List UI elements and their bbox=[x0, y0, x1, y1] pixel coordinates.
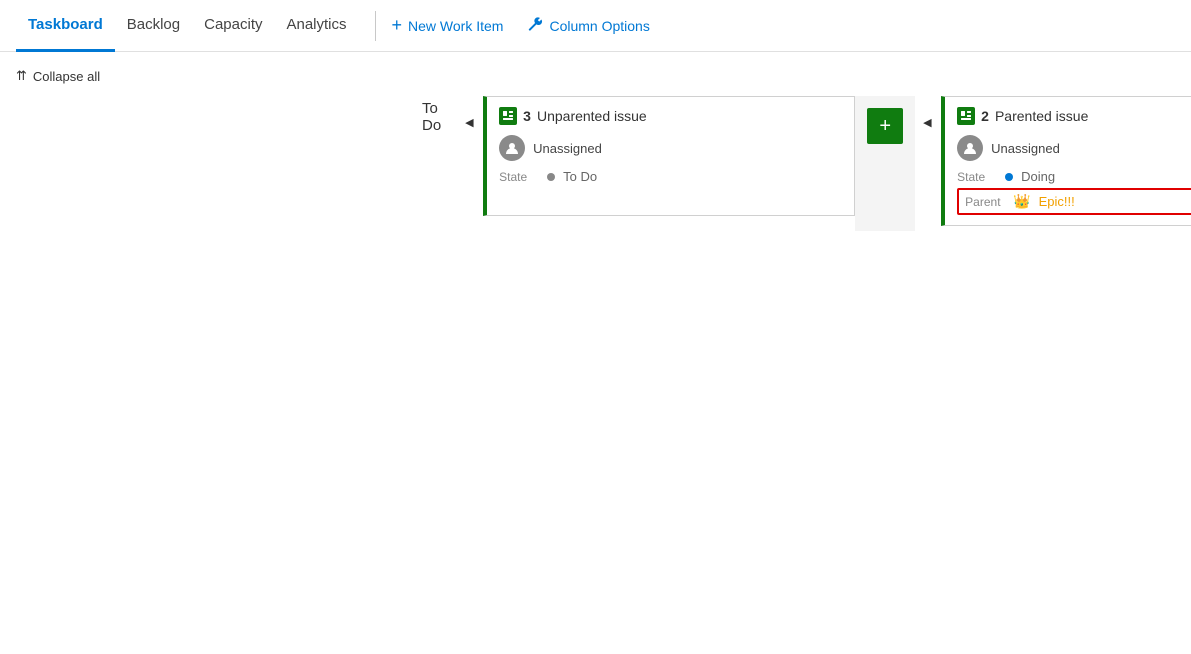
crown-icon: 👑 bbox=[1013, 193, 1030, 210]
card-1-number: 3 bbox=[523, 108, 531, 124]
collapse-all-button[interactable]: ⇈ Collapse all bbox=[16, 68, 1191, 84]
card-2-title: Parented issue bbox=[995, 108, 1088, 124]
parent-field-value: Epic!!! bbox=[1039, 194, 1075, 209]
avatar-1 bbox=[499, 135, 525, 161]
row-2-collapse-arrow[interactable]: ◀ bbox=[923, 114, 939, 129]
card-2-state-row: State Doing bbox=[957, 169, 1191, 184]
column-options-button[interactable]: Column Options bbox=[527, 16, 649, 36]
column-header-todo: To Do bbox=[406, 96, 457, 146]
card-1-state: To Do bbox=[563, 169, 597, 184]
nav-actions: + New Work Item Column Options bbox=[392, 15, 650, 36]
tab-taskboard[interactable]: Taskboard bbox=[16, 0, 115, 52]
card-1-state-dot bbox=[547, 173, 555, 181]
work-item-card-2: 2 Parented issue Unassigned St bbox=[941, 96, 1191, 226]
collapse-arrows-icon: ⇈ bbox=[16, 68, 27, 84]
row-1-left: ◀ 3 Unparented issue bbox=[465, 96, 855, 231]
row-2-left: ◀ 2 Parented issue bbox=[923, 96, 1191, 231]
new-work-item-button[interactable]: + New Work Item bbox=[392, 15, 504, 36]
card-2-number: 2 bbox=[981, 108, 989, 124]
card-2-state-dot bbox=[1005, 173, 1013, 181]
tab-analytics[interactable]: Analytics bbox=[274, 0, 358, 52]
row-1-add-button[interactable]: + bbox=[867, 108, 903, 144]
card-2-state: Doing bbox=[1021, 169, 1055, 184]
add-icon-1: + bbox=[879, 116, 891, 136]
nav-bar: Taskboard Backlog Capacity Analytics + N… bbox=[0, 0, 1191, 52]
card-2-state-label: State bbox=[957, 170, 997, 184]
issue-icon-2 bbox=[957, 107, 975, 125]
nav-tabs: Taskboard Backlog Capacity Analytics bbox=[16, 0, 359, 51]
row-1: ◀ 3 Unparented issue bbox=[465, 96, 923, 231]
card-2-avatar-row: Unassigned bbox=[957, 135, 1191, 161]
plus-icon: + bbox=[392, 15, 403, 36]
avatar-2 bbox=[957, 135, 983, 161]
parent-field-label: Parent bbox=[965, 195, 1005, 209]
wrench-icon bbox=[527, 16, 543, 36]
card-1-title: Unparented issue bbox=[537, 108, 647, 124]
tab-capacity[interactable]: Capacity bbox=[192, 0, 274, 52]
card-1-assignee: Unassigned bbox=[533, 141, 602, 156]
issue-icon-1 bbox=[499, 107, 517, 125]
card-2-title-row: 2 Parented issue bbox=[957, 107, 1191, 125]
main-content: ⇈ Collapse all To Do ◀ bbox=[0, 52, 1191, 239]
row-2: ◀ 2 Parented issue bbox=[923, 96, 1191, 231]
work-item-card-1: 3 Unparented issue Unassigned bbox=[483, 96, 855, 216]
row-1-collapse-arrow[interactable]: ◀ bbox=[465, 114, 481, 129]
tab-backlog[interactable]: Backlog bbox=[115, 0, 192, 52]
nav-divider bbox=[375, 11, 376, 41]
board: To Do ◀ bbox=[16, 96, 1191, 239]
card-2-assignee: Unassigned bbox=[991, 141, 1060, 156]
row-1-right: + bbox=[855, 96, 915, 231]
card-1-state-label: State bbox=[499, 170, 539, 184]
card-1-title-row: 3 Unparented issue bbox=[499, 107, 842, 125]
card-1-avatar-row: Unassigned bbox=[499, 135, 842, 161]
parent-field-row: Parent 👑 Epic!!! bbox=[957, 188, 1191, 215]
card-1-state-row: State To Do bbox=[499, 169, 842, 184]
